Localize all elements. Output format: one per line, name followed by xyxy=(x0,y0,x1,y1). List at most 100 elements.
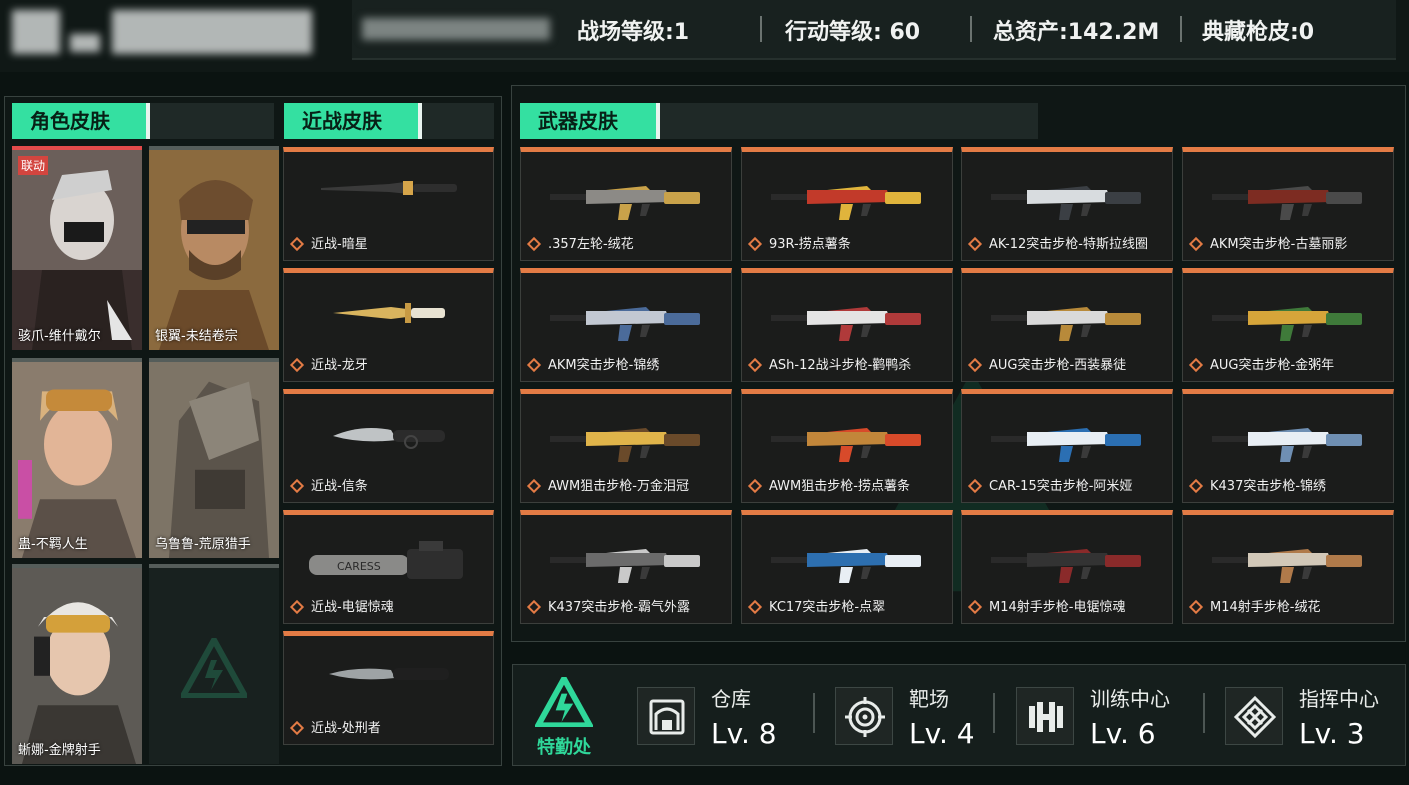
character-card[interactable]: 蛊-不羁人生 xyxy=(12,358,142,558)
facility-level: Lv. 4 xyxy=(909,717,975,750)
facility-training[interactable]: 训练中心 Lv. 6 xyxy=(1016,675,1206,757)
weapon-card[interactable]: CAR-15突击步枪-阿米娅 xyxy=(961,389,1173,503)
character-portrait xyxy=(12,568,142,764)
player-id-blurred xyxy=(362,18,550,40)
weapon-card[interactable]: AK-12突击步枪-特斯拉线圈 xyxy=(961,147,1173,261)
facility-level: Lv. 3 xyxy=(1299,717,1365,750)
melee-name: 近战-电锯惊魂 xyxy=(311,600,394,615)
weapon-name: AWM狙击步枪-捞点薯条 xyxy=(769,479,910,494)
warehouse-icon xyxy=(637,687,695,745)
melee-card[interactable]: CARESS 近战-电锯惊魂 xyxy=(283,510,494,624)
facility-divider xyxy=(813,693,815,733)
top-bar: 战场等级:1 行动等级: 60 总资产:142.2M 典藏枪皮:0 xyxy=(0,0,1409,72)
facility-divider xyxy=(1203,693,1205,733)
melee-skins-header: 近战皮肤 xyxy=(284,103,494,139)
facility-name: 仓库 xyxy=(711,687,751,711)
svg-text:CARESS: CARESS xyxy=(337,560,381,573)
stat-divider xyxy=(1180,16,1182,42)
operation-level: 行动等级: 60 xyxy=(785,20,921,45)
stat-divider xyxy=(970,16,972,42)
battlefield-level: 战场等级:1 xyxy=(577,20,690,45)
collection-skins: 典藏枪皮:0 xyxy=(1202,20,1315,45)
character-card[interactable]: 联动 骇爪-维什戴尔 xyxy=(12,146,142,350)
character-portrait xyxy=(12,362,142,558)
weapon-name: AUG突击步枪-西装暴徒 xyxy=(989,358,1127,373)
weapon-card[interactable]: AWM狙击步枪-万金泪冠 xyxy=(520,389,732,503)
rarity-diamond-icon xyxy=(526,599,542,614)
weapon-image xyxy=(550,307,700,341)
rarity-diamond-icon xyxy=(747,478,763,493)
melee-name: 近战-暗星 xyxy=(311,237,368,252)
weapon-card[interactable]: 93R-捞点薯条 xyxy=(741,147,953,261)
weapon-image xyxy=(1212,428,1362,462)
special-ops-bar: 特勤处 仓库 Lv. 8 靶场 Lv. 4 训练中心 Lv. 6 指挥中心 Lv… xyxy=(512,664,1406,766)
weapon-card[interactable]: M14射手步枪-绒花 xyxy=(1182,510,1394,624)
target-icon xyxy=(835,687,893,745)
rarity-diamond-icon xyxy=(967,599,983,614)
melee-skins-title: 近战皮肤 xyxy=(284,103,422,139)
weapon-card[interactable]: AKM突击步枪-古墓丽影 xyxy=(1182,147,1394,261)
weapon-image xyxy=(550,549,700,583)
character-card[interactable]: 银翼-未结卷宗 xyxy=(149,146,279,350)
player-name-blurred xyxy=(8,6,326,58)
facility-level: Lv. 8 xyxy=(711,717,777,750)
weapon-skins-header: 武器皮肤 xyxy=(520,103,1038,139)
weapon-image xyxy=(550,428,700,462)
weapon-name: AWM狙击步枪-万金泪冠 xyxy=(548,479,689,494)
collab-badge: 联动 xyxy=(18,156,49,175)
weapon-card[interactable]: K437突击步枪-锦绣 xyxy=(1182,389,1394,503)
melee-image xyxy=(320,181,457,195)
melee-image: CARESS xyxy=(308,541,463,579)
melee-card[interactable]: 近战-龙牙 xyxy=(283,268,494,382)
character-name: 银翼-未结卷宗 xyxy=(155,329,238,344)
melee-card[interactable]: 近战-暗星 xyxy=(283,147,494,261)
weapon-image xyxy=(1212,186,1362,220)
facility-command[interactable]: 指挥中心 Lv. 3 xyxy=(1225,675,1403,757)
rarity-diamond-icon xyxy=(967,236,983,251)
weapon-image xyxy=(550,186,700,220)
weapon-card[interactable]: AWM狙击步枪-捞点薯条 xyxy=(741,389,953,503)
special-ops-label: 特勤处 xyxy=(537,737,591,758)
weapon-card[interactable]: AKM突击步枪-锦绣 xyxy=(520,268,732,382)
facility-name: 训练中心 xyxy=(1090,687,1170,711)
melee-name: 近战-处刑者 xyxy=(311,721,381,736)
character-card[interactable]: 蜥娜-金牌射手 xyxy=(12,564,142,764)
total-assets: 总资产:142.2M xyxy=(993,20,1160,45)
weapon-card[interactable]: ASh-12战斗步枪-鹳鸭杀 xyxy=(741,268,953,382)
facility-range[interactable]: 靶场 Lv. 4 xyxy=(835,675,995,757)
weapon-name: M14射手步枪-电锯惊魂 xyxy=(989,600,1126,615)
weapon-name: AKM突击步枪-锦绣 xyxy=(548,358,660,373)
weapon-name: AK-12突击步枪-特斯拉线圈 xyxy=(989,237,1148,252)
weapon-card[interactable]: .357左轮-绒花 xyxy=(520,147,732,261)
weapon-image xyxy=(771,428,921,462)
weapon-card[interactable]: AUG突击步枪-西装暴徒 xyxy=(961,268,1173,382)
empty-character-slot xyxy=(149,564,279,764)
rarity-diamond-icon xyxy=(747,357,763,372)
facility-warehouse[interactable]: 仓库 Lv. 8 xyxy=(637,675,827,757)
weapon-card[interactable]: KC17突击步枪-点翠 xyxy=(741,510,953,624)
character-name: 骇爪-维什戴尔 xyxy=(18,329,101,344)
weapon-image xyxy=(771,549,921,583)
melee-card[interactable]: 近战-处刑者 xyxy=(283,631,494,745)
melee-card[interactable]: 近战-信条 xyxy=(283,389,494,503)
character-portrait xyxy=(149,362,279,558)
weapon-image xyxy=(771,307,921,341)
rarity-diamond-icon xyxy=(289,357,305,372)
weapon-name: CAR-15突击步枪-阿米娅 xyxy=(989,479,1133,494)
rarity-diamond-icon xyxy=(1188,236,1204,251)
special-ops-logo[interactable]: 特勤处 xyxy=(529,677,599,758)
rarity-diamond-icon xyxy=(967,357,983,372)
weapon-name: K437突击步枪-霸气外露 xyxy=(548,600,691,615)
weapon-card[interactable]: M14射手步枪-电锯惊魂 xyxy=(961,510,1173,624)
rarity-diamond-icon xyxy=(1188,478,1204,493)
faction-logo-icon xyxy=(181,638,247,698)
rarity-diamond-icon xyxy=(289,599,305,614)
weapon-name: AUG突击步枪-金粥年 xyxy=(1210,358,1335,373)
melee-image xyxy=(332,303,445,323)
character-name: 蛊-不羁人生 xyxy=(18,537,88,552)
character-card[interactable]: 乌鲁鲁-荒原猎手 xyxy=(149,358,279,558)
facility-name: 指挥中心 xyxy=(1299,687,1379,711)
rarity-diamond-icon xyxy=(526,357,542,372)
weapon-card[interactable]: AUG突击步枪-金粥年 xyxy=(1182,268,1394,382)
weapon-card[interactable]: K437突击步枪-霸气外露 xyxy=(520,510,732,624)
